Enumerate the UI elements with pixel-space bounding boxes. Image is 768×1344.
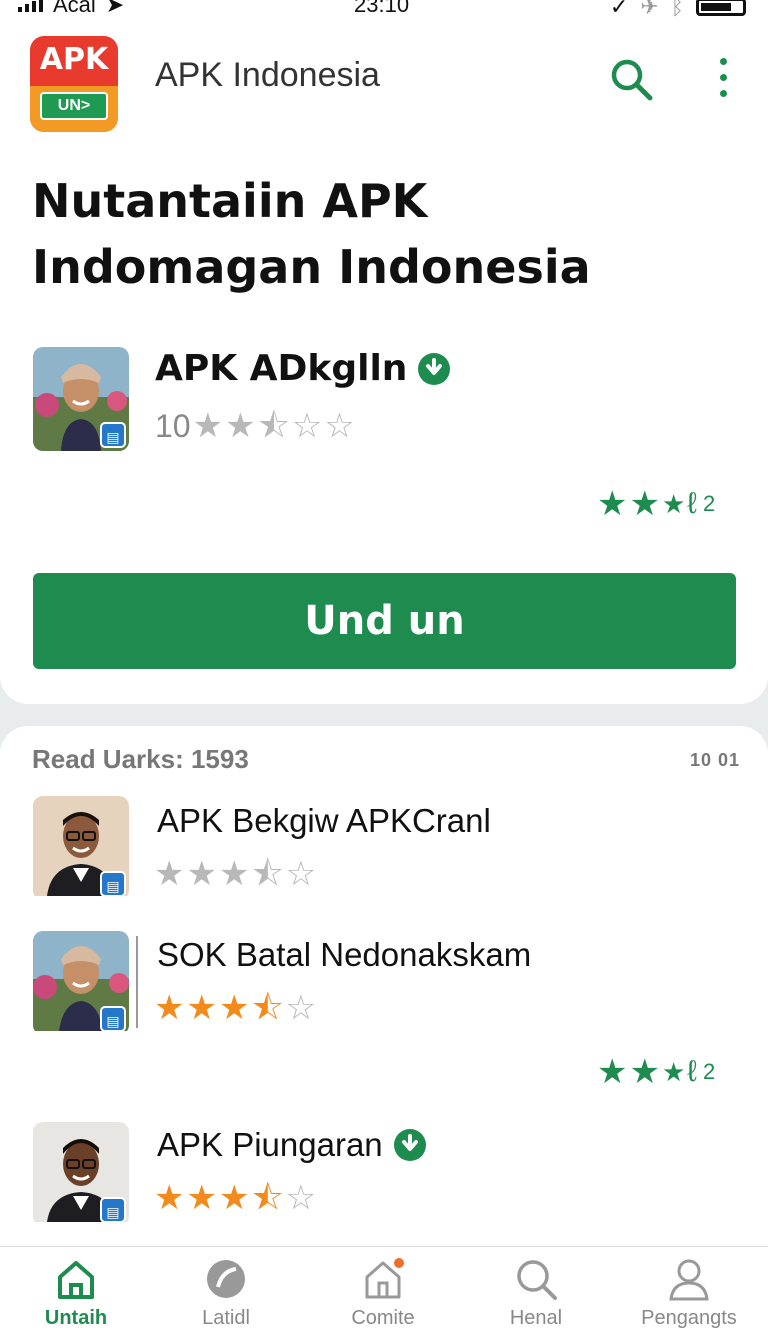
- list-item-title[interactable]: SOK Batal Nedonakskam: [157, 936, 531, 974]
- more-menu-icon[interactable]: [714, 58, 732, 100]
- list-item-thumbnail[interactable]: ▤: [33, 1122, 129, 1226]
- battery-icon: [696, 0, 746, 16]
- status-time: 23:10: [354, 0, 410, 17]
- star-full-icon: ★: [192, 407, 224, 445]
- carrier-name: Acal: [53, 0, 96, 17]
- star-empty-icon: ☆: [285, 1179, 317, 1217]
- star-empty-icon: ☆: [285, 855, 317, 893]
- green-star-icon: ★: [597, 1053, 628, 1091]
- nav-item-untaih[interactable]: Untaih: [6, 1257, 146, 1330]
- featured-app-title-row[interactable]: APK ADkglln: [155, 348, 451, 389]
- bluetooth-icon: ᛒ: [670, 0, 684, 19]
- nav-item-pengangts[interactable]: Pengangts: [619, 1257, 759, 1330]
- logo-text: APK: [39, 42, 109, 77]
- green-star-icon: ★: [629, 485, 660, 523]
- nav-item-henal[interactable]: Henal: [466, 1257, 606, 1330]
- star-full-icon: ★: [154, 1179, 185, 1217]
- star-half-icon: ⯪: [257, 407, 290, 445]
- app-list-card: Read Uarks: 1593 10 01 ▤ APK Bekgiw APKC…: [0, 726, 768, 1246]
- rating-stars: ★ ★ ⯪ ☆ ☆: [193, 406, 355, 446]
- nav-item-comite[interactable]: Comite: [313, 1257, 453, 1330]
- disc-icon: [207, 1260, 245, 1298]
- green-star-icon: ★: [629, 1053, 660, 1091]
- green-rating-badge: ★ ★ ★ ℓ 2: [597, 1052, 715, 1092]
- location-icon: ➤: [105, 0, 125, 17]
- green-badge-number: 2: [702, 1059, 716, 1084]
- app-type-badge-icon: ▤: [100, 1197, 126, 1223]
- featured-app-thumbnail[interactable]: ▤: [33, 347, 129, 451]
- page-title: Nutantaiin APK Indomagan Indonesia: [32, 174, 591, 294]
- app-logo[interactable]: APK UN>: [30, 36, 118, 132]
- person-icon: [669, 1259, 709, 1301]
- home-icon: [58, 1261, 94, 1299]
- leaf-icon: ℓ: [687, 1055, 697, 1088]
- star-full-icon: ★: [218, 989, 250, 1027]
- star-full-icon: ★: [186, 855, 217, 893]
- star-full-icon: ★: [154, 989, 185, 1027]
- list-item-title: APK Piungaran: [157, 1126, 383, 1163]
- item-divider: [136, 936, 138, 1028]
- rating-count: 10: [155, 407, 191, 444]
- download-icon[interactable]: [393, 1128, 427, 1162]
- search-icon[interactable]: [608, 56, 654, 102]
- list-header-right: 10 01: [689, 750, 740, 770]
- green-rating-badge: ★ ★ ★ ℓ 2: [597, 484, 715, 524]
- featured-rating: 10 ★ ★ ⯪ ☆ ☆: [155, 406, 355, 446]
- featured-app-title: APK ADkglln: [155, 348, 408, 389]
- list-item-thumbnail[interactable]: ▤: [33, 931, 129, 1035]
- status-bar: Acal ➤ 23:10 ✓ ✈ ᛒ: [0, 0, 768, 22]
- green-badge-number: 2: [702, 491, 716, 516]
- logo-button-text: UN>: [40, 92, 108, 120]
- app-type-badge-icon: ▤: [100, 1006, 126, 1032]
- list-item-rating: ★ ★ ★ ⯪ ☆: [154, 854, 316, 894]
- nav-label: Latidl: [202, 1307, 250, 1329]
- green-star-small-icon: ★: [661, 489, 686, 519]
- nav-label: Henal: [509, 1307, 563, 1329]
- app-type-badge-icon: ▤: [100, 871, 126, 897]
- house-notify-icon: [365, 1258, 404, 1299]
- star-empty-icon: ☆: [285, 989, 317, 1027]
- star-half-icon: ⯪: [251, 989, 284, 1027]
- leaf-icon: ℓ: [687, 487, 697, 520]
- list-item-title-row[interactable]: APK Piungaran: [157, 1126, 427, 1164]
- airplane-icon: ✈: [640, 0, 659, 19]
- install-button[interactable]: Und un: [33, 573, 736, 669]
- list-item-thumbnail[interactable]: ▤: [33, 796, 129, 900]
- star-full-icon: ★: [218, 855, 250, 893]
- status-right: ✓ ✈ ᛒ: [610, 0, 746, 20]
- star-full-icon: ★: [154, 855, 185, 893]
- top-card: APK UN> APK Indonesia Nutantaiin APK Ind…: [0, 22, 768, 704]
- list-item-rating: ★ ★ ★ ⯪ ☆: [154, 1178, 316, 1218]
- list-item-title[interactable]: APK Bekgiw APKCranl: [157, 802, 491, 840]
- list-item-rating: ★ ★ ★ ⯪ ☆: [154, 988, 316, 1028]
- star-full-icon: ★: [218, 1179, 250, 1217]
- app-name: APK Indonesia: [155, 56, 380, 94]
- star-empty-icon: ☆: [291, 407, 323, 445]
- wifi-icon: ✓: [609, 0, 629, 19]
- green-star-icon: ★: [597, 485, 628, 523]
- list-header: Read Uarks: 1593: [32, 744, 249, 774]
- nav-item-latidl[interactable]: Latidl: [156, 1257, 296, 1330]
- green-star-small-icon: ★: [661, 1057, 686, 1087]
- star-full-icon: ★: [186, 989, 217, 1027]
- app-type-badge-icon: ▤: [100, 422, 126, 448]
- search-icon: [517, 1260, 557, 1300]
- star-full-icon: ★: [225, 407, 256, 445]
- signal-icon: [18, 0, 43, 12]
- bottom-nav: Untaih Latidl Comite Henal Pengangts: [0, 1246, 768, 1344]
- status-left: Acal ➤: [18, 0, 124, 18]
- star-full-icon: ★: [186, 1179, 217, 1217]
- star-empty-icon: ☆: [324, 407, 355, 445]
- nav-label: Pengangts: [641, 1307, 737, 1329]
- star-half-icon: ⯪: [251, 855, 284, 893]
- star-half-icon: ⯪: [251, 1179, 284, 1217]
- download-icon[interactable]: [417, 352, 451, 386]
- nav-label: Untaih: [44, 1307, 108, 1329]
- nav-label: Comite: [351, 1307, 415, 1329]
